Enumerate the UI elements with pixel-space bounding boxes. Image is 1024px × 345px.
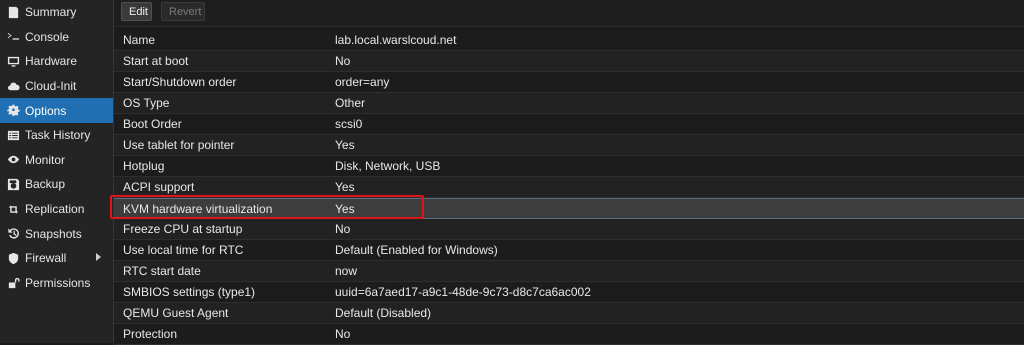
- option-value: Default (Disabled): [335, 306, 432, 320]
- table-row[interactable]: Use local time for RTC Default (Enabled …: [114, 240, 1024, 261]
- option-key: KVM hardware virtualization: [123, 201, 273, 216]
- list-icon: [6, 128, 20, 142]
- table-row[interactable]: Freeze CPU at startup No: [114, 219, 1024, 240]
- sidebar-item-console[interactable]: Console: [0, 25, 113, 50]
- cloud-icon: [6, 79, 20, 93]
- option-key: Hotplug: [123, 159, 165, 173]
- sidebar-item-label: Cloud-Init: [25, 79, 77, 94]
- option-value: order=any: [335, 75, 390, 89]
- table-row[interactable]: Hotplug Disk, Network, USB: [114, 156, 1024, 177]
- table-row[interactable]: Protection No: [114, 324, 1024, 345]
- gear-icon: [6, 104, 20, 118]
- sidebar-item-backup[interactable]: Backup: [0, 172, 113, 197]
- sidebar-item-label: Snapshots: [25, 226, 82, 241]
- table-row[interactable]: ACPI support Yes: [114, 177, 1024, 198]
- option-key: Protection: [123, 327, 178, 341]
- sidebar-item-options[interactable]: Options: [0, 98, 113, 123]
- table-row[interactable]: Start/Shutdown order order=any: [114, 72, 1024, 93]
- option-value: Default (Enabled for Windows): [335, 243, 498, 257]
- sidebar-item-cloud-init[interactable]: Cloud-Init: [0, 74, 113, 99]
- option-key: Start at boot: [123, 54, 189, 68]
- option-value: No: [335, 327, 351, 341]
- sidebar-nav: Summary Console Hardware Cloud-Init Opti…: [0, 0, 114, 343]
- sidebar-item-monitor[interactable]: Monitor: [0, 148, 113, 173]
- history-icon: [6, 227, 20, 241]
- option-value: No: [335, 54, 351, 68]
- edit-button[interactable]: Edit: [121, 2, 152, 21]
- option-value: Other: [335, 96, 366, 110]
- table-row[interactable]: OS Type Other: [114, 93, 1024, 114]
- table-row-selected[interactable]: KVM hardware virtualization Yes: [110, 195, 1024, 219]
- table-row[interactable]: Name lab.local.warslcoud.net: [114, 30, 1024, 51]
- sidebar-item-label: Hardware: [25, 54, 78, 69]
- sidebar-item-label: Task History: [25, 128, 91, 143]
- option-key: SMBIOS settings (type1): [123, 285, 256, 299]
- table-row[interactable]: RTC start date now: [114, 261, 1024, 282]
- sidebar-item-permissions[interactable]: Permissions: [0, 271, 113, 296]
- table-row[interactable]: Boot Order scsi0: [114, 114, 1024, 135]
- sidebar-item-label: Replication: [25, 202, 85, 217]
- sidebar-item-label: Console: [25, 29, 70, 44]
- retweet-icon: [6, 202, 20, 216]
- option-value: scsi0: [335, 117, 363, 131]
- unlock-icon: [6, 276, 20, 290]
- option-value: Yes: [335, 180, 355, 194]
- option-value: Yes: [335, 201, 355, 216]
- option-key: Use local time for RTC: [123, 243, 244, 257]
- sidebar-item-label: Monitor: [25, 152, 66, 167]
- option-key: OS Type: [123, 96, 170, 110]
- option-key: RTC start date: [123, 264, 201, 278]
- floppy-icon: [6, 177, 20, 191]
- option-value: now: [335, 264, 358, 278]
- option-key: Use tablet for pointer: [123, 138, 235, 152]
- sidebar-item-task-history[interactable]: Task History: [0, 123, 113, 148]
- options-grid: Name lab.local.warslcoud.net Start at bo…: [110, 30, 1024, 345]
- summary-icon: [6, 5, 20, 19]
- sidebar-item-label: Backup: [25, 177, 66, 192]
- option-value: lab.local.warslcoud.net: [335, 33, 457, 47]
- sidebar-item-label: Permissions: [25, 275, 91, 290]
- sidebar-item-replication[interactable]: Replication: [0, 197, 113, 222]
- sidebar-item-label: Firewall: [25, 251, 67, 266]
- toolbar: Edit Revert: [114, 0, 1024, 27]
- sidebar-item-label: Summary: [25, 5, 77, 20]
- option-value: No: [335, 222, 351, 236]
- option-key: QEMU Guest Agent: [123, 306, 229, 320]
- option-value: Disk, Network, USB: [335, 159, 441, 173]
- sidebar-item-hardware[interactable]: Hardware: [0, 49, 113, 74]
- table-row[interactable]: Use tablet for pointer Yes: [114, 135, 1024, 156]
- option-key: Freeze CPU at startup: [123, 222, 243, 236]
- option-key: Boot Order: [123, 117, 182, 131]
- revert-button[interactable]: Revert: [161, 2, 205, 21]
- shield-icon: [6, 251, 20, 265]
- monitor-icon: [6, 54, 20, 68]
- sidebar-item-snapshots[interactable]: Snapshots: [0, 221, 113, 246]
- terminal-icon: [6, 30, 20, 44]
- table-row[interactable]: Start at boot No: [114, 51, 1024, 72]
- option-key: Name: [123, 33, 156, 47]
- sidebar-item-summary[interactable]: Summary: [0, 0, 113, 25]
- option-key: ACPI support: [123, 180, 195, 194]
- option-key: Start/Shutdown order: [123, 75, 237, 89]
- table-row[interactable]: QEMU Guest Agent Default (Disabled): [114, 303, 1024, 324]
- sidebar-item-label: Options: [25, 103, 67, 118]
- eye-icon: [6, 153, 20, 167]
- submenu-arrow-icon[interactable]: [96, 252, 101, 261]
- option-value: Yes: [335, 138, 355, 152]
- sidebar-item-firewall[interactable]: Firewall: [0, 246, 113, 271]
- option-value: uuid=6a7aed17-a9c1-48de-9c73-d8c7ca6ac00…: [335, 285, 591, 299]
- table-row[interactable]: SMBIOS settings (type1) uuid=6a7aed17-a9…: [114, 282, 1024, 303]
